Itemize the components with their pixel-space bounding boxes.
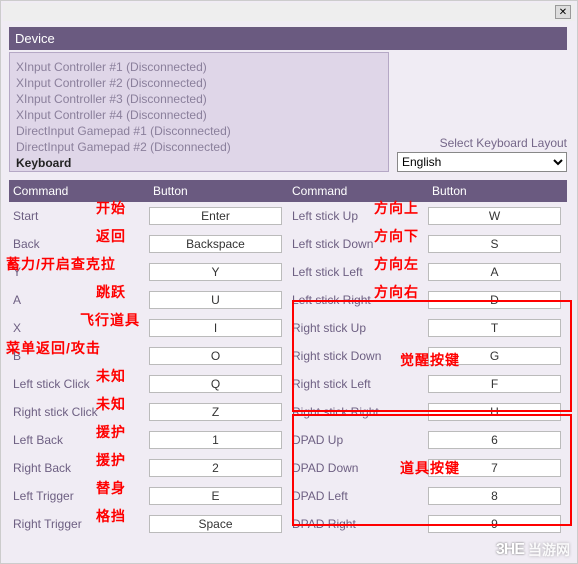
right-command: Right stick Up: [288, 321, 428, 335]
device-item[interactable]: XInput Controller #1 (Disconnected): [16, 59, 382, 75]
keyboard-layout-select[interactable]: English: [397, 152, 567, 172]
header-button: Button: [149, 180, 288, 202]
watermark-text: 当游网: [528, 540, 570, 560]
right-button-input[interactable]: [428, 487, 561, 505]
right-button-input[interactable]: [428, 263, 561, 281]
right-button-input[interactable]: [428, 459, 561, 477]
right-button-input[interactable]: [428, 291, 561, 309]
left-button-input[interactable]: [149, 459, 282, 477]
right-command: Right stick Right: [288, 405, 428, 419]
right-command: Right stick Down: [288, 349, 428, 363]
right-command: DPAD Up: [288, 433, 428, 447]
right-command: Right stick Left: [288, 377, 428, 391]
left-button-input[interactable]: [149, 515, 282, 533]
keyboard-layout-label: Select Keyboard Layout: [397, 136, 567, 150]
left-command: X: [9, 321, 149, 335]
header-command: Command: [9, 180, 149, 202]
device-section-title: Device: [9, 27, 567, 50]
right-command: DPAD Left: [288, 489, 428, 503]
left-button-input[interactable]: [149, 375, 282, 393]
left-button-input[interactable]: [149, 487, 282, 505]
right-button-input[interactable]: [428, 319, 561, 337]
right-button-input[interactable]: [428, 403, 561, 421]
right-command: DPAD Down: [288, 461, 428, 475]
watermark-logo: 3HE: [496, 541, 524, 559]
left-command: Left stick Click: [9, 377, 149, 391]
device-item[interactable]: DirectInput Gamepad #1 (Disconnected): [16, 123, 382, 139]
left-command: Left Trigger: [9, 489, 149, 503]
left-button-input[interactable]: [149, 207, 282, 225]
close-icon[interactable]: ✕: [555, 5, 571, 19]
watermark: 3HE 当游网: [496, 540, 570, 560]
left-command: A: [9, 293, 149, 307]
left-command: Back: [9, 237, 149, 251]
left-button-input[interactable]: [149, 291, 282, 309]
right-command: DPAD Right: [288, 517, 428, 531]
left-button-input[interactable]: [149, 347, 282, 365]
header-button: Button: [428, 180, 567, 202]
right-button-input[interactable]: [428, 515, 561, 533]
left-button-input[interactable]: [149, 263, 282, 281]
right-command: Left stick Up: [288, 209, 428, 223]
right-button-input[interactable]: [428, 207, 561, 225]
right-button-input[interactable]: [428, 431, 561, 449]
right-command: Left stick Left: [288, 265, 428, 279]
left-button-input[interactable]: [149, 403, 282, 421]
left-command: B: [9, 349, 149, 363]
device-item[interactable]: DirectInput Gamepad #2 (Disconnected): [16, 139, 382, 155]
left-button-input[interactable]: [149, 319, 282, 337]
right-button-input[interactable]: [428, 375, 561, 393]
right-command: Left stick Down: [288, 237, 428, 251]
left-command: Y: [9, 265, 149, 279]
left-command: Right Back: [9, 461, 149, 475]
left-command: Right stick Click: [9, 405, 149, 419]
right-command: Left stick Right: [288, 293, 428, 307]
device-list[interactable]: XInput Controller #1 (Disconnected) XInp…: [9, 52, 389, 172]
left-button-input[interactable]: [149, 431, 282, 449]
left-command: Start: [9, 209, 149, 223]
right-button-input[interactable]: [428, 235, 561, 253]
right-button-input[interactable]: [428, 347, 561, 365]
header-command: Command: [288, 180, 428, 202]
device-item[interactable]: XInput Controller #2 (Disconnected): [16, 75, 382, 91]
left-button-input[interactable]: [149, 235, 282, 253]
left-command: Right Trigger: [9, 517, 149, 531]
device-item[interactable]: XInput Controller #3 (Disconnected): [16, 91, 382, 107]
device-item[interactable]: XInput Controller #4 (Disconnected): [16, 107, 382, 123]
left-command: Left Back: [9, 433, 149, 447]
device-item-selected[interactable]: Keyboard: [16, 155, 382, 171]
